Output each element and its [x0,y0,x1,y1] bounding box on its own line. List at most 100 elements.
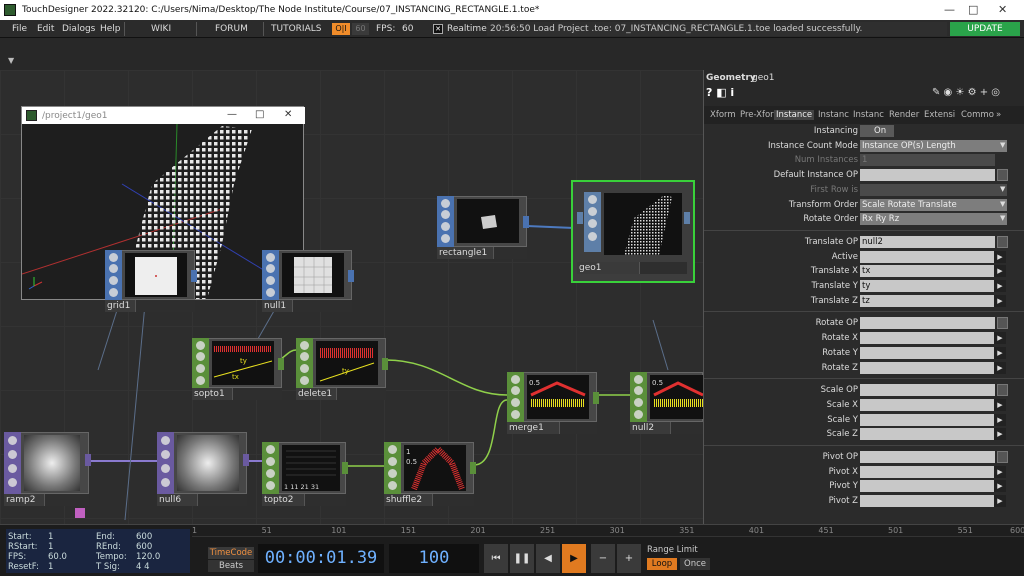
chevron-down-icon[interactable]: ▼ [1000,141,1005,149]
step-back-icon[interactable]: − [591,544,615,573]
expand-arrow-icon[interactable]: ▶ [994,294,1006,307]
link-forum[interactable]: FORUM [215,24,248,34]
maximize-icon[interactable]: □ [968,3,978,16]
node-label[interactable]: null2 [630,422,670,434]
resetf-value[interactable]: 1 [48,562,53,572]
param-dropdown[interactable]: Rx Ry Rz [860,213,1007,226]
param-field[interactable] [860,413,995,426]
node-label[interactable]: delete1 [296,388,336,400]
param-dropdown[interactable]: Instance OP(s) Length [860,139,1007,152]
expand-arrow-icon[interactable]: ▶ [994,413,1006,426]
op-picker-icon[interactable] [997,317,1008,330]
expand-arrow-icon[interactable]: ▶ [994,428,1006,441]
op-picker-icon[interactable] [997,169,1008,182]
param-field[interactable] [860,332,995,345]
tab-extensions[interactable]: Extensi [924,110,955,120]
node-label[interactable]: topto2 [262,494,304,506]
node-label[interactable]: rectangle1 [437,247,493,259]
param-field[interactable] [860,495,995,508]
param-field[interactable]: tz [860,294,995,307]
node-label[interactable]: ramp2 [4,494,44,506]
op-name[interactable]: geo1 [752,73,774,83]
param-field[interactable] [860,398,995,411]
tab-common[interactable]: Commo [961,110,994,120]
expand-arrow-icon[interactable]: ▶ [994,465,1006,478]
sixty-fps-button[interactable]: 60 [352,23,369,35]
tab-instance3[interactable]: Instanc [853,110,884,120]
step-forward-icon[interactable]: + [617,544,641,573]
timecode-button[interactable]: TimeCode [208,547,254,559]
chevron-down-icon[interactable]: ▼ [1000,200,1005,208]
param-field[interactable]: null2 [860,235,995,248]
help-icon[interactable]: ? ◧ i [706,86,734,99]
param-field[interactable] [860,428,995,441]
param-field[interactable] [860,361,995,374]
viewer-minimize-icon[interactable]: — [227,109,237,120]
update-button[interactable]: UPDATE [950,22,1020,36]
tab-instance2[interactable]: Instanc [818,110,849,120]
node-label[interactable]: merge1 [507,422,559,434]
chevron-down-icon[interactable]: ▼ [1000,185,1005,193]
once-button[interactable]: Once [680,558,710,570]
param-field[interactable] [860,451,995,463]
tsig-value[interactable]: 4 4 [136,562,150,572]
pause-icon[interactable]: ❚❚ [510,544,534,573]
param-field[interactable] [860,169,995,182]
rewind-icon[interactable]: ⏮ [484,544,508,573]
play-reverse-icon[interactable]: ◀ [536,544,560,573]
expand-arrow-icon[interactable]: ▶ [994,250,1006,263]
op-picker-icon[interactable] [997,451,1008,463]
realtime-checkbox[interactable]: ✕ [433,24,443,34]
param-field[interactable] [860,250,995,263]
time-settings[interactable]: Start: 1 RStart: 1 FPS: 60.0 ResetF: 1 E… [6,529,190,573]
node-label[interactable]: shuffle2 [384,494,432,506]
op-picker-icon[interactable] [997,384,1008,397]
tab-instance[interactable]: Instance [774,110,815,120]
param-field[interactable]: ty [860,280,995,292]
start-value[interactable]: 1 [48,532,53,542]
tab-render[interactable]: Render [889,110,919,120]
link-wiki[interactable]: WIKI [151,24,171,34]
close-icon[interactable]: ✕ [998,3,1007,16]
node-label[interactable]: null1 [262,300,292,312]
expand-arrow-icon[interactable]: ▶ [994,346,1006,359]
menu-dialogs[interactable]: Dialogs [62,24,95,34]
node-label[interactable]: null6 [157,494,197,506]
tempo-value[interactable]: 120.0 [136,552,160,562]
toolbar-icons[interactable]: ✎ ◉ ☀ ⚙ + ◎ [932,87,1000,98]
expand-arrow-icon[interactable]: ▶ [994,361,1006,374]
tab-pre-xform[interactable]: Pre-Xfor [740,110,774,120]
oi-button[interactable]: O|I [332,23,350,35]
tabs-more-icon[interactable]: » [996,110,1001,120]
minimize-icon[interactable]: — [944,3,955,16]
expand-arrow-icon[interactable]: ▶ [994,495,1006,508]
node-label[interactable]: sopto1 [192,388,232,400]
param-field[interactable] [860,346,995,359]
frame-display[interactable]: 100 [389,544,479,573]
expand-arrow-icon[interactable]: ▶ [994,398,1006,411]
ramp2-flag-icon[interactable] [75,508,85,518]
expand-arrow-icon[interactable]: ▶ [994,332,1006,345]
node-label[interactable]: geo1 [577,262,639,274]
param-field[interactable] [860,480,995,493]
param-field[interactable]: tx [860,265,995,278]
rstart-value[interactable]: 1 [48,542,53,552]
menu-help[interactable]: Help [100,24,121,34]
param-dropdown[interactable]: Scale Rotate Translate [860,198,1007,211]
play-icon[interactable]: ▶ [562,544,586,573]
link-tutorials[interactable]: TUTORIALS [271,24,321,34]
loop-button[interactable]: Loop [647,558,677,570]
rend-value[interactable]: 600 [136,542,152,552]
chevron-down-icon[interactable]: ▼ [1000,214,1005,222]
network-editor[interactable]: /project1/geo1 — □ ✕ rectangle1 geo1 gri… [0,70,704,524]
timecode-display[interactable]: 00:00:01.39 [258,544,384,573]
menu-edit[interactable]: Edit [37,24,54,34]
collapse-arrow-icon[interactable]: ▼ [8,56,14,65]
beats-button[interactable]: Beats [208,560,254,572]
param-field[interactable] [860,317,995,330]
expand-arrow-icon[interactable]: ▶ [994,480,1006,493]
fps-value[interactable]: 60.0 [48,552,67,562]
tab-xform[interactable]: Xform [710,110,736,120]
op-picker-icon[interactable] [997,235,1008,248]
viewer-maximize-icon[interactable]: □ [255,109,264,120]
